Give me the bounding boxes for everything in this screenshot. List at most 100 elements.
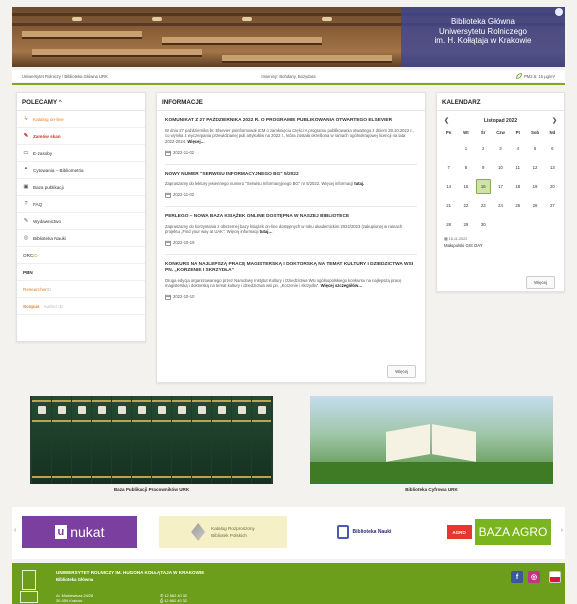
featured-caption: Biblioteka Cyfrowa URK [405, 487, 458, 492]
featured-digital-library[interactable]: Biblioteka Cyfrowa URK [310, 396, 553, 492]
partner-carousel: ‹ u nukat Katalog Rozproszony Bibliotek P… [12, 507, 565, 559]
calendar-day[interactable]: 7 [440, 158, 457, 177]
news-item-body: Druga edycja organizowanego przez Narodo… [165, 277, 402, 289]
calendar-day[interactable]: 10 [492, 158, 509, 177]
decor-lamp [242, 17, 252, 21]
calendar-day[interactable]: 17 [492, 177, 509, 196]
news-item-title[interactable]: NOWY NUMER "SERWISU INFORMACYJNEGO BG" 5… [165, 172, 417, 178]
sidebar-item-citations[interactable]: ❝ Cytowania – Bibliometria [17, 162, 145, 179]
news-item-date: 2022-11-02 [165, 150, 417, 165]
calendar-icon [165, 150, 171, 156]
recommended-panel: POLECAMY ^ ↳ Katalog on-line ✎ Zamów skan … [16, 92, 146, 342]
calendar-day[interactable]: 16 [475, 179, 491, 194]
sidebar-item-researcher-id[interactable]: Researcher ID [17, 281, 145, 298]
decor-book-spine [52, 396, 71, 484]
carousel-prev-icon[interactable]: ‹ [14, 527, 16, 534]
calendar-day[interactable]: 4 [509, 139, 526, 158]
decor-book-spine [212, 396, 231, 484]
prev-month-icon[interactable]: ❮ [444, 117, 449, 124]
calendar-day[interactable]: 21 [440, 196, 457, 215]
header-title-box[interactable]: Biblioteka Główna Uniwersytetu Rolniczeg… [401, 7, 565, 67]
calendar-day[interactable]: 13 [544, 158, 561, 177]
decor-book-spine [192, 396, 211, 484]
calendar-more-button[interactable]: Więcej [526, 276, 555, 289]
footer-address: Al. Mickiewicza 24/28 30-059 Kraków [56, 593, 94, 603]
sidebar-item-pbn[interactable]: PBN [17, 264, 145, 281]
sidebar-item-faq[interactable]: ? FAQ [17, 196, 145, 213]
university-crest-icon [22, 570, 36, 590]
sidebar-item-e-resources[interactable]: ▭ E-zasoby [17, 145, 145, 162]
calendar-day[interactable]: 5 [526, 139, 543, 158]
carousel-next-icon[interactable]: › [561, 527, 563, 534]
breadcrumb-bar: Uniwersytet Rolniczy / Biblioteka Główna… [12, 70, 565, 82]
next-month-icon[interactable]: ❯ [552, 117, 557, 124]
calendar-day[interactable]: 9 [475, 158, 492, 177]
news-more-button[interactable]: Więcej [387, 365, 416, 378]
news-item-title[interactable]: PERLEGO – NOWA BAZA KSIĄŻEK ONLINE DOSTĘ… [165, 214, 417, 220]
news-item-title[interactable]: KOMUNIKAT Z 27 PAŹDZIERNIKA 2022 R. O PR… [165, 118, 417, 124]
decor-book-spine [172, 396, 191, 484]
sidebar-item-orcid[interactable]: ORC iD [17, 247, 145, 264]
calendar-day[interactable]: 3 [492, 139, 509, 158]
calendar-day[interactable]: 23 [475, 196, 492, 215]
decor-book-spine [32, 396, 51, 484]
facebook-icon[interactable]: f [511, 571, 523, 583]
calendar-day[interactable]: 28 [440, 215, 457, 234]
calendar-day[interactable]: 19 [526, 177, 543, 196]
calendar-day[interactable]: 2 [475, 139, 492, 158]
decor-desk [32, 49, 202, 57]
decor-desk [222, 55, 392, 63]
sidebar-item-order-scan[interactable]: ✎ Zamów skan [17, 128, 145, 145]
decor-book-page [432, 424, 476, 462]
calendar-day [440, 139, 457, 158]
calendar-day[interactable]: 22 [457, 196, 474, 215]
calendar-day[interactable]: 14 [440, 177, 457, 196]
decor-book-spine [72, 396, 91, 484]
news-more-link[interactable]: tutaj… [260, 229, 273, 234]
calendar-dow: Nd [549, 130, 556, 135]
kbp-logo[interactable]: Katalog Rozproszony Bibliotek Polskich [159, 516, 287, 548]
calendar-day[interactable]: 20 [544, 177, 561, 196]
calendar-header: ❮ Listopad 2022 ❯ [437, 111, 564, 127]
calendar-dow: Pn [445, 130, 452, 135]
calendar-day[interactable]: 25 [509, 196, 526, 215]
event-title: Małopolski GIS DAY [444, 243, 483, 248]
news-more-link[interactable]: Więcej szczegółów… [321, 283, 363, 288]
sidebar-item-catalog[interactable]: ↳ Katalog on-line [17, 111, 145, 128]
sidebar-item-publications[interactable]: ▣ Baza publikacji [17, 179, 145, 196]
book-icon: ▣ [23, 184, 29, 190]
calendar-event[interactable]: ▦ 16.11.2022 Małopolski GIS DAY [437, 234, 564, 250]
quote-icon: ❝ [24, 167, 28, 173]
news-more-link[interactable]: tutaj. [354, 181, 364, 186]
sidebar-item-science-library[interactable]: ◎ Biblioteka Nauki [17, 230, 145, 247]
instagram-icon[interactable]: ◎ [528, 571, 540, 583]
question-icon: ? [24, 201, 28, 207]
biblioteka-nauki-logo[interactable]: Biblioteka Nauki [314, 516, 414, 548]
language-flag-icon[interactable] [549, 571, 561, 583]
featured-publications[interactable]: Baza Publikacji Pracowników URK [30, 396, 273, 492]
calendar-day[interactable]: 30 [475, 215, 492, 234]
news-item-title[interactable]: KONKURS NA NAJLEPSZĄ PRACĘ MAGISTERSKĄ I… [165, 262, 417, 274]
sidebar-item-scopus[interactable]: Scopus Author ID [17, 298, 145, 315]
news-more-link[interactable]: Więcej… [187, 139, 204, 144]
sidebar-item-publisher[interactable]: ✎ Wydawnictwo [17, 213, 145, 230]
recommended-title[interactable]: POLECAMY ^ [17, 93, 145, 111]
calendar-day[interactable]: 11 [509, 158, 526, 177]
baza-agro-logo[interactable]: AGRO BAZA AGRO [438, 516, 560, 548]
calendar-day[interactable]: 15 [457, 177, 474, 196]
news-item-body: W dniu 27 października br. Elsevier poin… [165, 127, 414, 144]
calendar-day[interactable]: 27 [544, 196, 561, 215]
calendar-day[interactable]: 24 [492, 196, 509, 215]
decor-book-spine [132, 396, 151, 484]
decor-book-spine [92, 396, 111, 484]
calendar-day[interactable]: 18 [509, 177, 526, 196]
calendar-day[interactable]: 1 [457, 139, 474, 158]
calendar-day[interactable]: 8 [457, 158, 474, 177]
nukat-logo[interactable]: u nukat [22, 516, 137, 548]
calendar-day[interactable]: 26 [526, 196, 543, 215]
news-item-body: Zapraszamy do lektury jesiennego numeru … [165, 181, 365, 187]
calendar-day[interactable]: 12 [526, 158, 543, 177]
event-date: ▦ 16.11.2022 [444, 237, 468, 241]
calendar-day[interactable]: 29 [457, 215, 474, 234]
calendar-day[interactable]: 6 [544, 139, 561, 158]
